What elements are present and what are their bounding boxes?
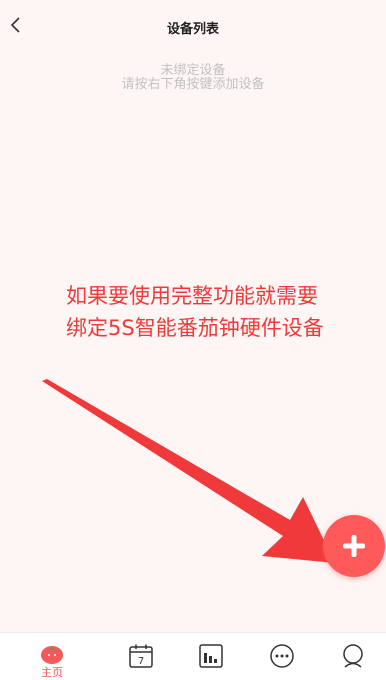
add-device-button[interactable]	[323, 515, 385, 577]
tab-home[interactable]: 主页	[27, 633, 77, 680]
chat-bubble-icon	[270, 644, 294, 668]
calendar-day: 7	[138, 656, 144, 667]
tomato-icon	[41, 646, 63, 664]
calendar-icon: 7	[129, 644, 153, 668]
bottom-tab-bar: 主页 7	[0, 632, 386, 680]
annotation-arrow	[42, 379, 335, 563]
plus-icon	[343, 535, 365, 557]
bar-chart-icon	[199, 644, 223, 668]
tab-home-label: 主页	[41, 666, 63, 679]
tab-stats[interactable]	[186, 633, 236, 680]
tab-profile[interactable]	[328, 633, 378, 680]
user-icon	[343, 644, 363, 668]
tab-calendar[interactable]: 7	[116, 633, 166, 680]
tab-chat[interactable]	[257, 633, 307, 680]
